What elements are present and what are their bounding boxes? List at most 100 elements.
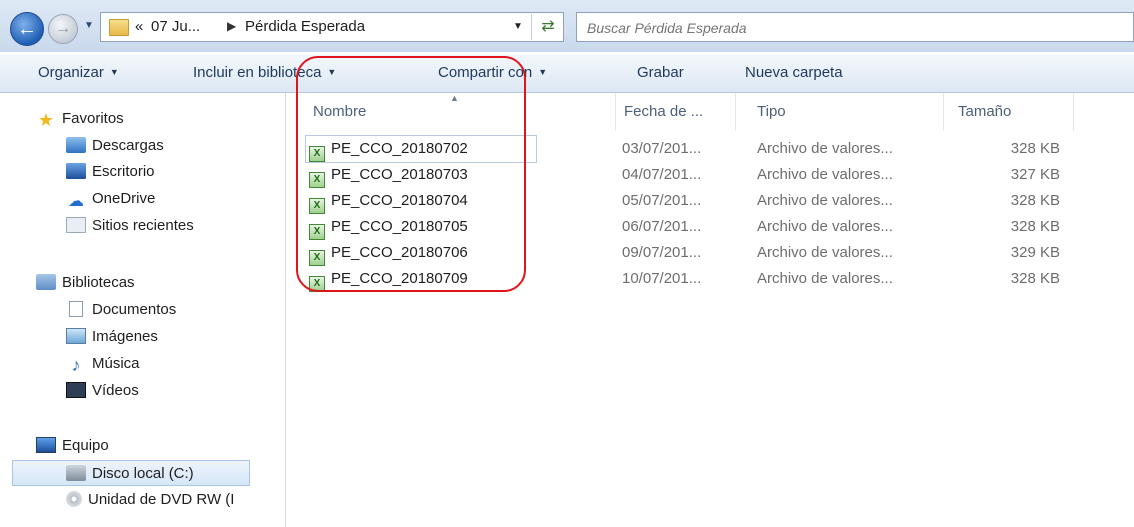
column-label: Tamaño [958,103,1012,120]
nav-label: Disco local (C:) [92,465,194,482]
column-label: Fecha de ... [624,103,704,120]
file-name-cell: X PE_CCO_20180706 [306,240,536,266]
computer-icon [36,437,56,453]
forward-button[interactable]: → [48,14,78,44]
address-dropdown-icon[interactable]: ▼ [513,21,523,32]
nav-local-disk[interactable]: Disco local (C:) [12,460,250,486]
nav-images[interactable]: Imágenes [66,324,158,350]
breadcrumb-item[interactable]: 07 Ju... [151,18,200,35]
cloud-icon: ☁ [68,193,84,210]
recent-pages-dropdown[interactable]: ▼ [84,20,94,31]
file-size: 328 KB [1010,270,1060,287]
file-name-cell: X PE_CCO_20180703 [306,162,536,188]
nav-videos[interactable]: Vídeos [66,378,139,404]
nav-recent-places[interactable]: Sitios recientes [66,213,194,239]
breadcrumb-separator-icon[interactable]: ▶ [227,19,236,33]
video-icon [66,382,86,398]
file-name: PE_CCO_20180702 [331,140,468,157]
nav-music[interactable]: ♪ Música [66,351,140,377]
file-type: Archivo de valores... [757,140,893,157]
column-header-size[interactable]: Tamaño [944,93,1074,131]
excel-file-icon: X [309,276,325,292]
folder-icon [109,19,129,36]
organize-label: Organizar [38,64,104,81]
excel-file-icon: X [309,224,325,240]
refresh-icon: ⇄ [541,18,555,35]
excel-file-icon: X [309,146,325,162]
file-name-cell: X PE_CCO_20180709 [306,266,536,292]
nav-computer[interactable]: Equipo [36,433,109,459]
column-label: Tipo [757,103,786,120]
burn-button[interactable]: Grabar [637,64,684,81]
file-type: Archivo de valores... [757,166,893,183]
file-row[interactable]: X PE_CCO_20180703 04/07/201... Archivo de… [286,162,1134,188]
nav-label: Sitios recientes [92,217,194,234]
nav-label: Vídeos [92,382,139,399]
file-row[interactable]: X PE_CCO_20180702 03/07/201... Archivo de… [286,135,1134,163]
music-note-icon: ♪ [71,355,81,375]
search-box[interactable] [576,12,1134,43]
file-size: 328 KB [1010,140,1060,157]
navigation-pane: ★ Favoritos Descargas Escritorio ☁ OneDriv… [0,93,286,527]
nav-desktop[interactable]: Escritorio [66,159,155,185]
nav-dvd-drive[interactable]: Unidad de DVD RW (I [66,487,234,513]
nav-documents[interactable]: Documentos [66,297,176,323]
include-in-library-button[interactable]: Incluir en biblioteca ▼ [193,64,336,81]
column-header-date[interactable]: Fecha de ... [616,93,736,131]
nav-favorites[interactable]: ★ Favoritos [38,106,124,132]
excel-file-icon: X [309,250,325,266]
breadcrumb-item[interactable]: Pérdida Esperada [245,18,365,35]
pictures-icon [66,328,86,344]
new-folder-button[interactable]: Nueva carpeta [745,64,843,81]
file-type: Archivo de valores... [757,270,893,287]
recent-places-icon [66,217,86,233]
file-row[interactable]: X PE_CCO_20180706 09/07/201... Archivo de… [286,240,1134,266]
file-size: 329 KB [1010,244,1060,261]
libraries-icon [36,274,56,290]
downloads-folder-icon [66,137,86,153]
column-label: Nombre [313,103,367,120]
file-date: 04/07/201... [622,166,702,183]
file-date: 06/07/201... [622,218,702,235]
chevron-down-icon: ▼ [327,67,337,77]
nav-label: Documentos [92,301,177,318]
nav-onedrive[interactable]: ☁ OneDrive [66,186,155,212]
file-row[interactable]: X PE_CCO_20180709 10/07/201... Archivo de… [286,266,1134,292]
refresh-button[interactable]: ⇄ [531,14,564,40]
file-name-cell: X PE_CCO_20180705 [306,214,536,240]
back-arrow-icon: ← [17,18,37,40]
sort-ascending-icon: ▲ [450,93,459,103]
nav-label: Escritorio [92,163,155,180]
column-header-name[interactable]: Nombre ▲ [286,93,616,131]
search-input[interactable] [585,13,1109,43]
hard-drive-icon [66,465,86,481]
breadcrumb-overflow[interactable]: « [135,18,143,35]
file-date: 03/07/201... [622,140,702,157]
star-icon: ★ [37,110,55,130]
organize-button[interactable]: Organizar ▼ [38,64,119,81]
column-header-type[interactable]: Tipo [736,93,944,131]
excel-file-icon: X [309,198,325,214]
file-date: 10/07/201... [622,270,702,287]
nav-label: Imágenes [92,328,158,345]
back-button[interactable]: ← [10,12,44,46]
file-name-cell: X PE_CCO_20180702 [305,135,537,163]
file-name: PE_CCO_20180705 [331,218,468,235]
address-bar-row: ← → ▼ « 07 Ju... ▶ Pérdida Esperada ▼ ⇄ [0,0,1134,52]
address-box[interactable]: « 07 Ju... ▶ Pérdida Esperada ▼ ⇄ [100,12,564,42]
file-name: PE_CCO_20180709 [331,270,468,287]
nav-label: Bibliotecas [62,274,135,291]
file-date: 05/07/201... [622,192,702,209]
nav-label: Música [92,355,140,372]
file-name: PE_CCO_20180703 [331,166,468,183]
file-name: PE_CCO_20180704 [331,192,468,209]
nav-label: Equipo [62,437,109,454]
file-row[interactable]: X PE_CCO_20180705 06/07/201... Archivo de… [286,214,1134,240]
nav-label: Favoritos [62,110,124,127]
nav-libraries[interactable]: Bibliotecas [36,270,135,296]
file-type: Archivo de valores... [757,192,893,209]
chevron-down-icon: ▼ [538,67,548,77]
file-row[interactable]: X PE_CCO_20180704 05/07/201... Archivo de… [286,188,1134,214]
nav-label: OneDrive [92,190,156,207]
nav-downloads[interactable]: Descargas [66,133,164,159]
